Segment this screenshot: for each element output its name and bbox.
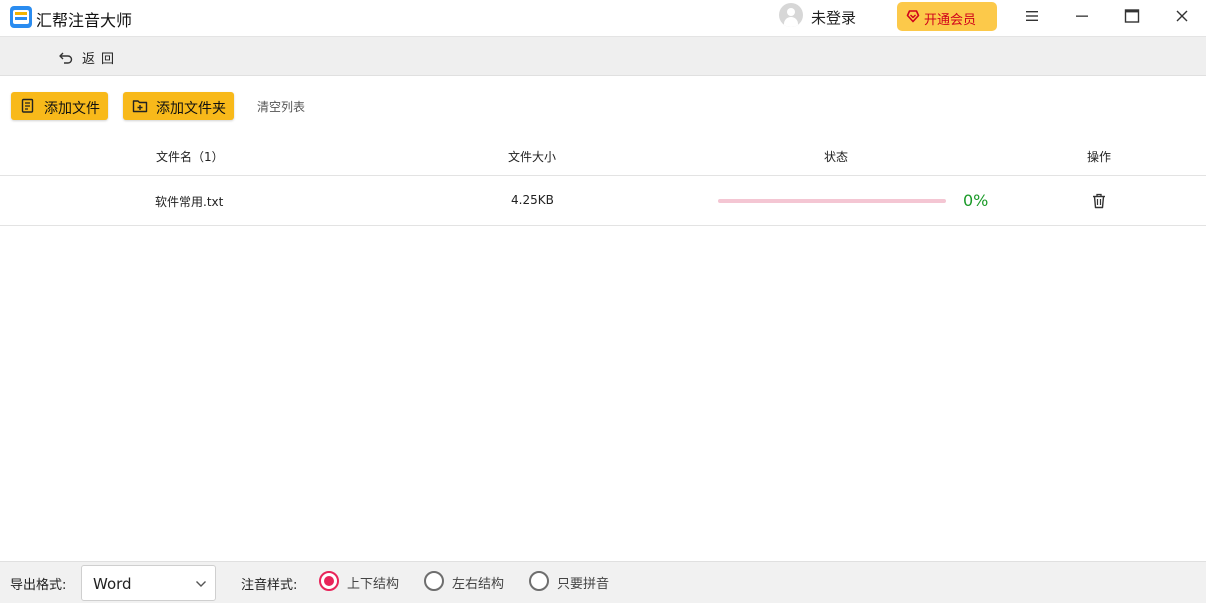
radio-left-right-label: 左右结构 bbox=[452, 577, 505, 592]
export-format-label: 导出格式: bbox=[10, 578, 67, 593]
progress-percent: 0% bbox=[963, 191, 989, 210]
header-action: 操作 bbox=[1087, 150, 1112, 164]
bottom-bar: 导出格式: Word 注音样式: 上下结构 左右结构 只要拼音 bbox=[0, 561, 1206, 603]
vip-button[interactable]: 开通会员 bbox=[897, 2, 997, 31]
pinyin-style-label: 注音样式: bbox=[241, 578, 298, 593]
login-status[interactable]: 未登录 bbox=[811, 7, 856, 28]
add-folder-label: 添加文件夹 bbox=[156, 100, 226, 116]
hamburger-icon bbox=[1026, 11, 1038, 21]
radio-top-bottom-label: 上下结构 bbox=[347, 577, 400, 592]
radio-top-bottom-dot bbox=[319, 571, 339, 591]
navigation-bar: 返回 bbox=[0, 36, 1206, 76]
maximize-icon bbox=[1124, 9, 1140, 23]
file-name-cell: 软件常用.txt bbox=[155, 195, 224, 209]
maximize-button[interactable] bbox=[1118, 4, 1146, 28]
radio-pinyin-only-label: 只要拼音 bbox=[557, 577, 610, 592]
toolbar: 添加文件 添加文件夹 清空列表 bbox=[0, 76, 1206, 134]
add-folder-button[interactable]: 添加文件夹 bbox=[123, 92, 234, 120]
export-format-value: Word bbox=[93, 575, 132, 593]
app-window: 汇帮注音大师 未登录 开通会员 返回 添加文件 添加文件夹 清空列表 文件名（1… bbox=[0, 0, 1206, 603]
export-format-select[interactable]: Word bbox=[81, 565, 216, 601]
add-file-button[interactable]: 添加文件 bbox=[11, 92, 108, 120]
radio-left-right-dot bbox=[424, 571, 444, 591]
clear-list-button[interactable]: 清空列表 bbox=[257, 98, 305, 115]
diamond-heart-icon bbox=[906, 10, 920, 23]
table-header: 文件名（1） 文件大小 状态 操作 bbox=[0, 134, 1206, 176]
header-status: 状态 bbox=[824, 150, 849, 164]
table-row: 软件常用.txt 4.25KB 0% bbox=[0, 176, 1206, 226]
minimize-button[interactable] bbox=[1068, 4, 1096, 28]
close-button[interactable] bbox=[1168, 4, 1196, 28]
header-file-size: 文件大小 bbox=[508, 150, 557, 164]
vip-button-label: 开通会员 bbox=[924, 12, 977, 27]
close-icon bbox=[1176, 10, 1188, 22]
add-file-icon bbox=[21, 98, 34, 113]
back-arrow-icon bbox=[59, 52, 73, 64]
app-title: 汇帮注音大师 bbox=[36, 11, 133, 30]
progress-bar bbox=[718, 199, 946, 203]
add-file-label: 添加文件 bbox=[44, 100, 100, 116]
app-logo-icon bbox=[10, 6, 32, 28]
radio-pinyin-only-dot bbox=[529, 571, 549, 591]
trash-icon bbox=[1093, 193, 1105, 209]
delete-button[interactable] bbox=[1089, 191, 1109, 211]
user-avatar-icon[interactable] bbox=[779, 3, 803, 27]
header-file-name: 文件名（1） bbox=[156, 150, 224, 164]
title-bar: 汇帮注音大师 未登录 开通会员 bbox=[0, 0, 1206, 36]
minimize-icon bbox=[1076, 15, 1088, 17]
add-folder-icon bbox=[132, 100, 148, 113]
chevron-down-icon bbox=[196, 581, 206, 587]
file-size-cell: 4.25KB bbox=[511, 193, 554, 207]
back-button-label: 返回 bbox=[82, 52, 121, 67]
menu-button[interactable] bbox=[1018, 4, 1046, 28]
